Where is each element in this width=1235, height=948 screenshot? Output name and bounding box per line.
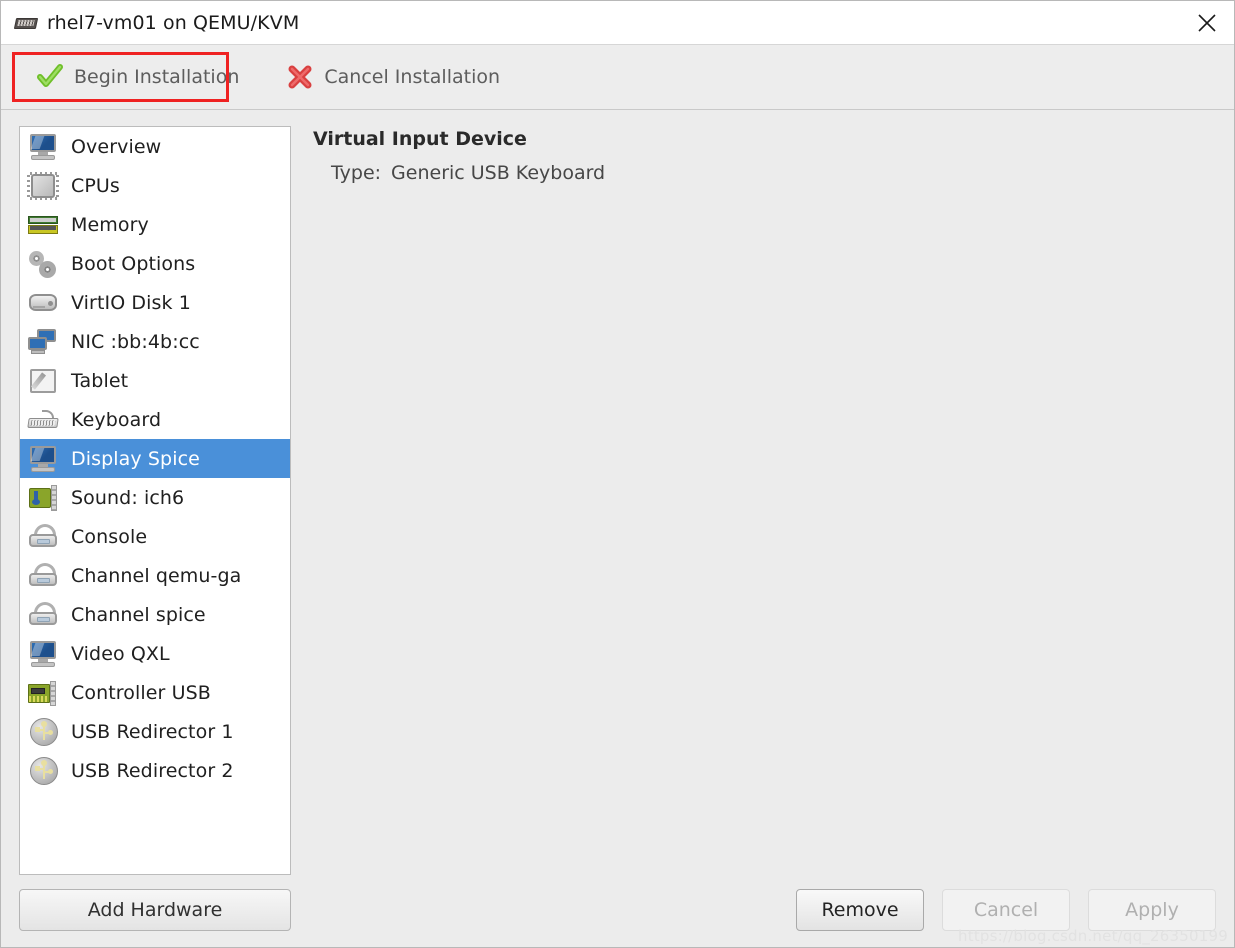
detail-field-value: Generic USB Keyboard — [391, 162, 606, 184]
red-x-icon — [287, 64, 313, 90]
hardware-list-item-label: Display Spice — [71, 447, 200, 470]
monitor-icon — [26, 638, 62, 670]
hardware-list-item[interactable]: Boot Options — [20, 244, 290, 283]
cpu-chip-icon — [26, 170, 62, 202]
hardware-list-item[interactable]: USB Redirector 2 — [20, 751, 290, 790]
hardware-list-item-label: Video QXL — [71, 642, 170, 665]
action-button-row: Remove Cancel Apply — [313, 889, 1216, 947]
monitor-icon — [26, 443, 62, 475]
hardware-list-item-label: Keyboard — [71, 408, 162, 431]
apply-button-label: Apply — [1125, 899, 1179, 921]
hardware-list-item[interactable]: Video QXL — [20, 634, 290, 673]
memory-module-icon — [26, 209, 62, 241]
detail-title: Virtual Input Device — [313, 128, 527, 150]
hardware-list-item[interactable]: CPUs — [20, 166, 290, 205]
hardware-list[interactable]: Overview CPUs Memory Boot Options VirtIO Dis… — [19, 126, 291, 875]
usb-controller-icon — [26, 677, 62, 709]
hardware-list-item-label: Memory — [71, 213, 149, 236]
hardware-list-item[interactable]: Channel qemu-ga — [20, 556, 290, 595]
green-check-icon — [37, 64, 63, 90]
hardware-list-item-label: VirtIO Disk 1 — [71, 291, 191, 314]
hardware-list-item-label: Tablet — [71, 369, 129, 392]
begin-installation-button[interactable]: Begin Installation — [27, 55, 249, 99]
hardware-list-item[interactable]: Keyboard — [20, 400, 290, 439]
hardware-list-item-label: Channel qemu-ga — [71, 564, 242, 587]
keyboard-icon — [26, 404, 62, 436]
hardware-list-item[interactable]: Memory — [20, 205, 290, 244]
usb-redirector-icon — [26, 716, 62, 748]
detail-column: Virtual Input Device Type: Generic USB K… — [291, 126, 1234, 947]
hardware-list-item[interactable]: USB Redirector 1 — [20, 712, 290, 751]
hardware-list-item[interactable]: Display Spice — [20, 439, 290, 478]
hardware-list-item-label: Console — [71, 525, 148, 548]
hardware-list-item[interactable]: Console — [20, 517, 290, 556]
console-icon — [26, 599, 62, 631]
hardware-list-item[interactable]: VirtIO Disk 1 — [20, 283, 290, 322]
hardware-list-item[interactable]: Channel spice — [20, 595, 290, 634]
cancel-button-label: Cancel — [973, 899, 1039, 921]
hardware-sidebar: Overview CPUs Memory Boot Options VirtIO Dis… — [1, 126, 291, 947]
detail-field-type: Type: Generic USB Keyboard — [313, 162, 1216, 184]
keyboard-vm-icon — [13, 15, 39, 31]
detail-pane: Virtual Input Device Type: Generic USB K… — [313, 126, 1216, 889]
hardware-list-item-label: NIC :bb:4b:cc — [71, 330, 200, 353]
gears-icon — [26, 248, 62, 280]
cancel-installation-label: Cancel Installation — [324, 66, 501, 88]
close-icon[interactable] — [1190, 6, 1224, 40]
hardware-list-item[interactable]: Controller USB — [20, 673, 290, 712]
hardware-list-item-label: USB Redirector 1 — [71, 720, 234, 743]
apply-button: Apply — [1088, 889, 1216, 931]
sound-card-icon — [26, 482, 62, 514]
hardware-list-item-label: CPUs — [71, 174, 120, 197]
vm-details-window: rhel7-vm01 on QEMU/KVM Begin Installatio… — [0, 0, 1235, 948]
title-bar: rhel7-vm01 on QEMU/KVM — [1, 1, 1234, 45]
hardware-list-item-label: Controller USB — [71, 681, 211, 704]
monitor-icon — [26, 131, 62, 163]
window-body: Overview CPUs Memory Boot Options VirtIO Dis… — [1, 110, 1234, 947]
tablet-pen-icon — [26, 365, 62, 397]
add-hardware-button[interactable]: Add Hardware — [19, 889, 291, 931]
hardware-list-item[interactable]: NIC :bb:4b:cc — [20, 322, 290, 361]
hardware-list-item[interactable]: Overview — [20, 127, 290, 166]
window-title: rhel7-vm01 on QEMU/KVM — [47, 11, 300, 34]
hard-disk-icon — [26, 287, 62, 319]
console-icon — [26, 521, 62, 553]
hardware-list-item-label: USB Redirector 2 — [71, 759, 234, 782]
usb-redirector-icon — [26, 755, 62, 787]
begin-installation-label: Begin Installation — [74, 66, 240, 88]
hardware-list-item-label: Overview — [71, 135, 162, 158]
hardware-list-item[interactable]: Tablet — [20, 361, 290, 400]
cancel-button: Cancel — [942, 889, 1070, 931]
remove-button[interactable]: Remove — [796, 889, 924, 931]
hardware-list-item-label: Sound: ich6 — [71, 486, 185, 509]
install-toolbar: Begin Installation Cancel Installation — [1, 45, 1234, 110]
cancel-installation-button[interactable]: Cancel Installation — [277, 55, 510, 99]
hardware-list-item-label: Channel spice — [71, 603, 206, 626]
console-icon — [26, 560, 62, 592]
network-card-icon — [26, 326, 62, 358]
detail-field-key: Type: — [331, 162, 382, 184]
add-hardware-label: Add Hardware — [87, 899, 223, 921]
remove-button-label: Remove — [821, 899, 899, 921]
hardware-list-item-label: Boot Options — [71, 252, 196, 275]
hardware-list-item[interactable]: Sound: ich6 — [20, 478, 290, 517]
